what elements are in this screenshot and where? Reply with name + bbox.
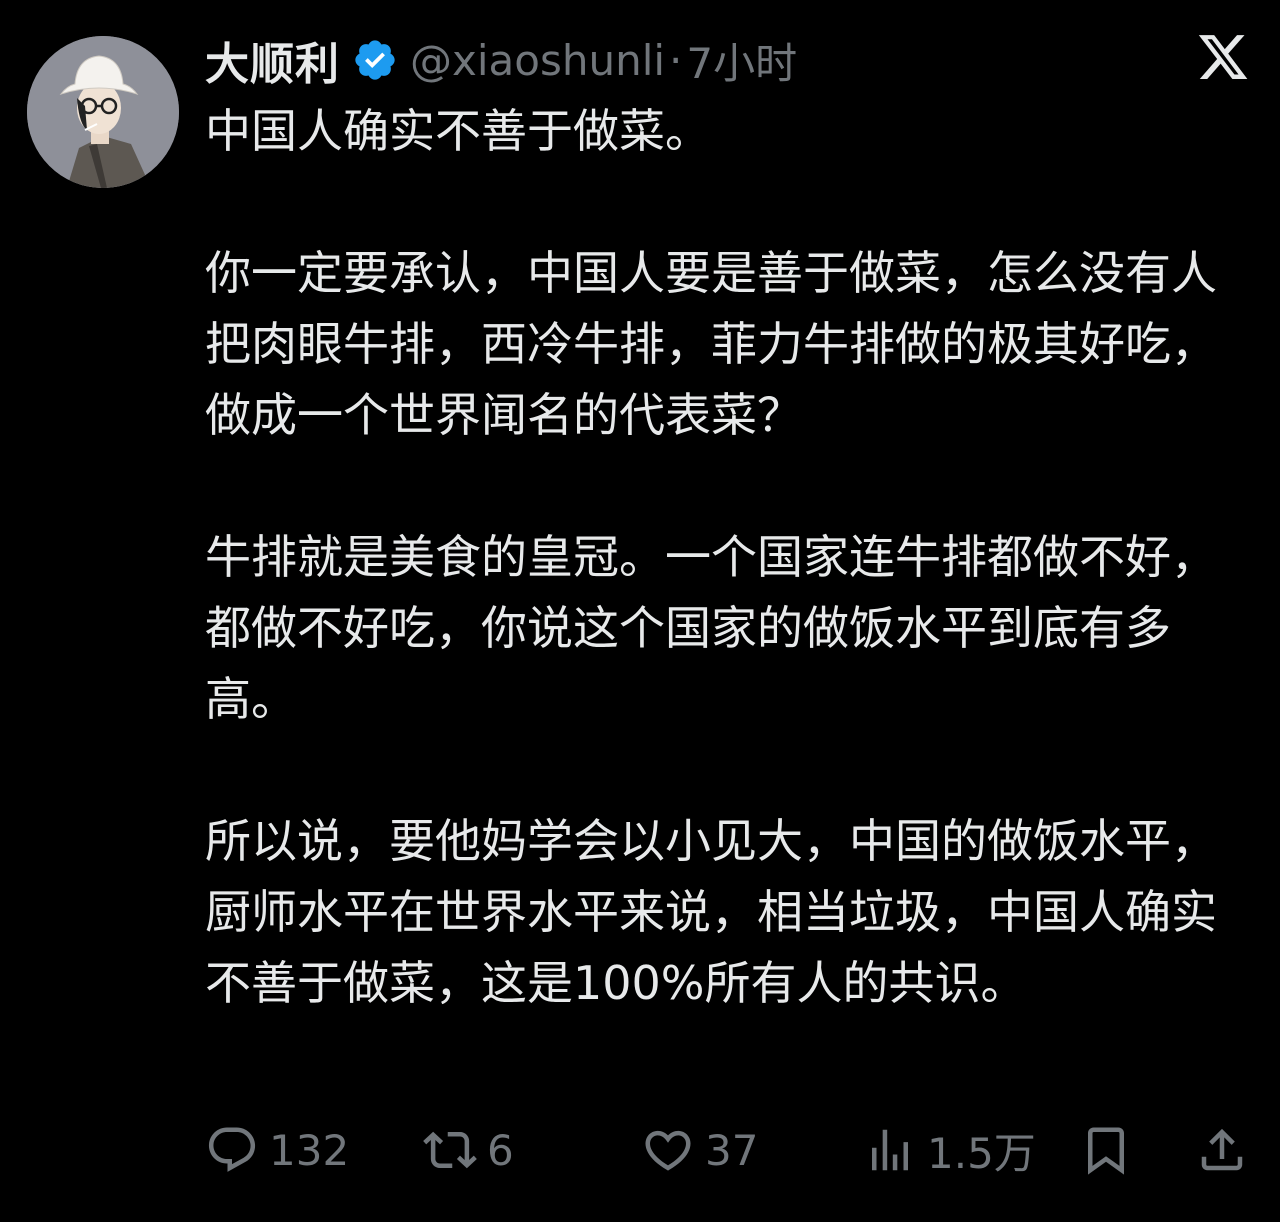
heart-icon bbox=[641, 1123, 695, 1177]
separator: · bbox=[669, 35, 683, 85]
verified-badge-icon bbox=[352, 37, 398, 83]
reply-count: 132 bbox=[269, 1125, 350, 1175]
tweet-paragraph: 牛排就是美食的皇冠。一个国家连牛排都做不好，都做不好吃，你说这个国家的做饭水平到… bbox=[205, 530, 1217, 726]
timestamp[interactable]: 7小时 bbox=[686, 30, 797, 91]
retweet-button[interactable]: 6 bbox=[423, 1118, 514, 1182]
reply-button[interactable]: 132 bbox=[205, 1118, 349, 1182]
display-name[interactable]: 大顺利 bbox=[205, 28, 340, 92]
retweet-count: 6 bbox=[487, 1125, 514, 1175]
retweet-icon bbox=[423, 1123, 477, 1177]
x-logo-icon bbox=[1196, 30, 1250, 84]
views-count: 1.5万 bbox=[927, 1128, 1036, 1178]
tweet-paragraph: 中国人确实不善于做菜。 bbox=[205, 104, 711, 158]
tweet-paragraph: 你一定要承认，中国人要是善于做菜，怎么没有人把肉眼牛排，西冷牛排，菲力牛排做的极… bbox=[205, 246, 1217, 442]
tweet-paragraph: 所以说，要他妈学会以小见大，中国的做饭水平，厨师水平在世界水平来说，相当垃圾，中… bbox=[205, 814, 1217, 1010]
tweet-header: 大顺利 @xiaoshunli · 7小时 bbox=[205, 28, 797, 92]
action-bar: 132 6 37 1.5万 bbox=[205, 1118, 1255, 1182]
reply-icon bbox=[205, 1123, 259, 1177]
like-count: 37 bbox=[705, 1125, 759, 1175]
bookmark-button[interactable] bbox=[1079, 1118, 1133, 1182]
tweet-text: 中国人确实不善于做菜。 你一定要承认，中国人要是善于做菜，怎么没有人把肉眼牛排，… bbox=[205, 96, 1255, 1019]
views-button[interactable]: 1.5万 bbox=[863, 1118, 1036, 1182]
bookmark-icon bbox=[1079, 1123, 1133, 1177]
share-button[interactable] bbox=[1195, 1118, 1249, 1182]
views-icon bbox=[863, 1123, 917, 1177]
share-icon bbox=[1195, 1123, 1249, 1177]
avatar[interactable] bbox=[27, 36, 179, 188]
tweet: 大顺利 @xiaoshunli · 7小时 中国人确实不善于做菜。 你一定要承认… bbox=[0, 0, 1280, 1222]
handle[interactable]: @xiaoshunli bbox=[410, 36, 665, 85]
like-button[interactable]: 37 bbox=[641, 1118, 758, 1182]
